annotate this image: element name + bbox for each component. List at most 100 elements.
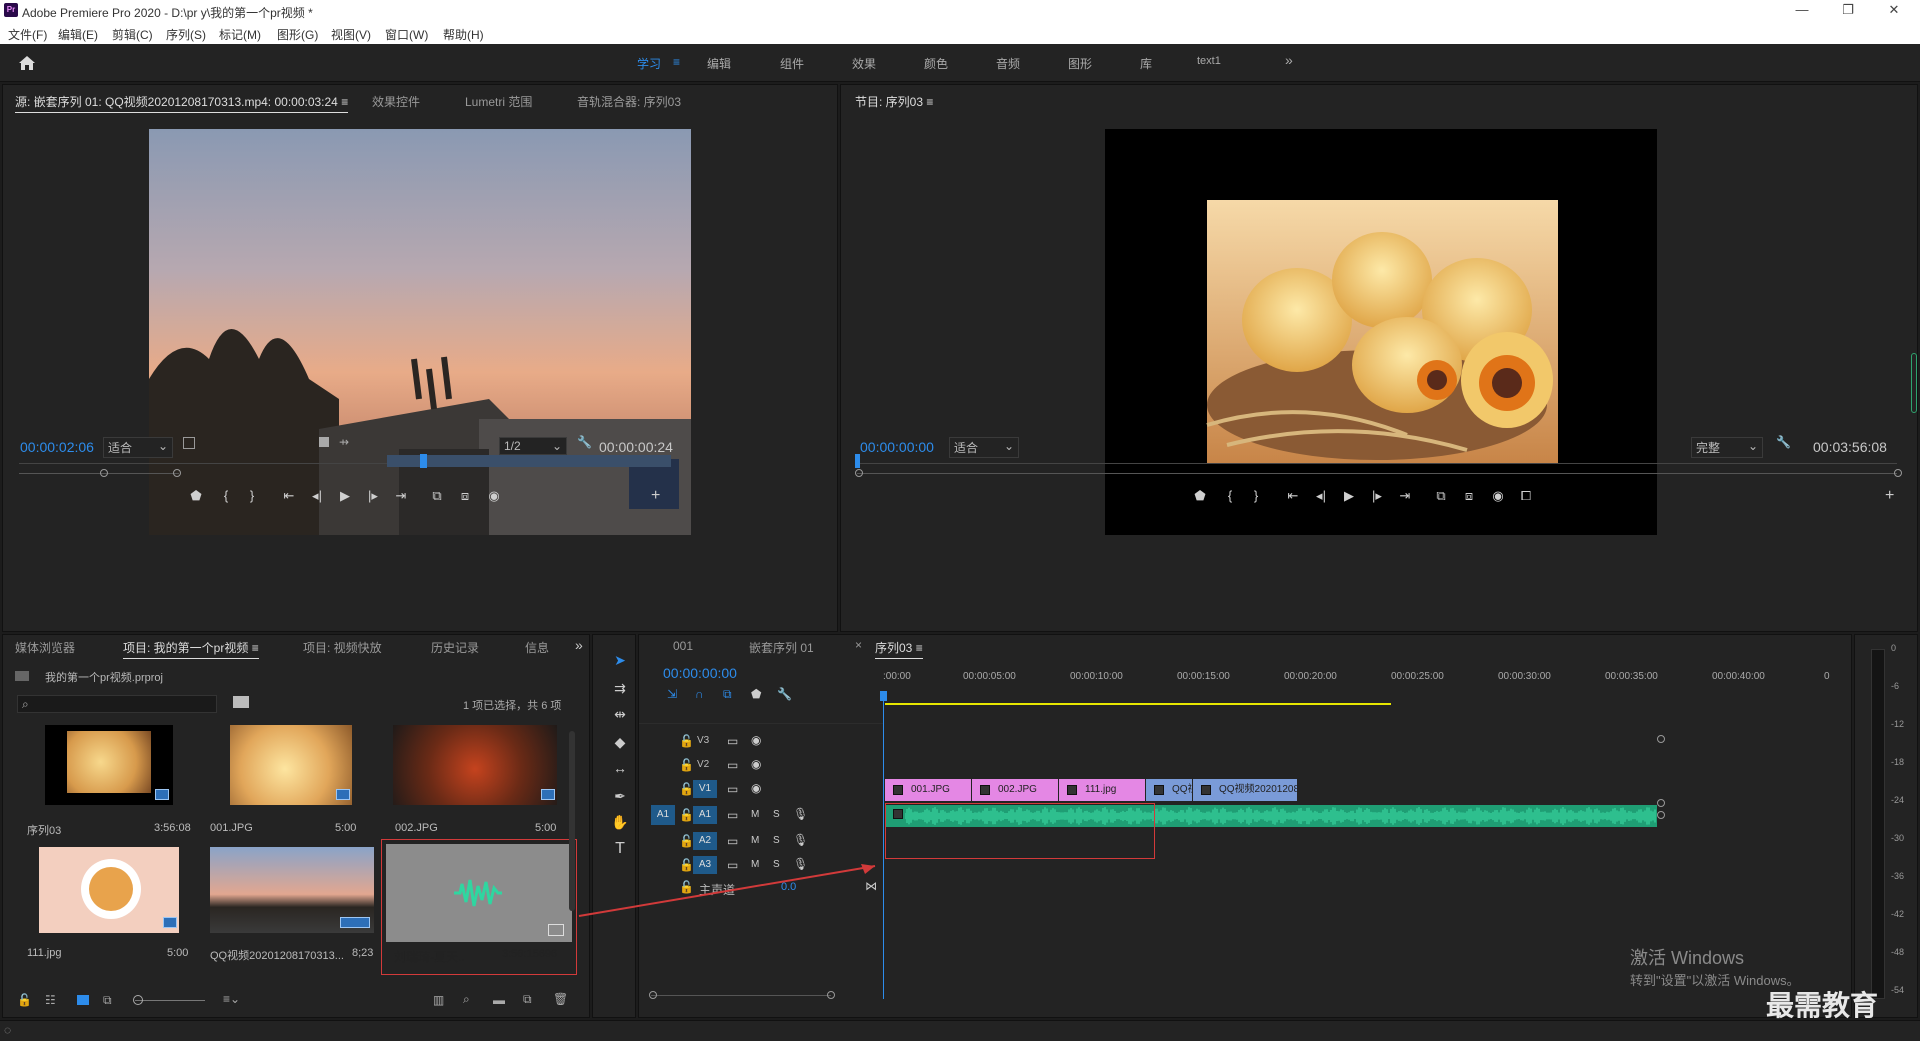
icon-view-icon[interactable] <box>77 995 89 1005</box>
step-back-icon[interactable]: ◂| <box>308 488 326 504</box>
mute-button[interactable]: M <box>751 809 759 820</box>
tab-audio-track-mixer[interactable]: 音轨混合器: 序列03 <box>577 93 681 110</box>
slider-handle[interactable] <box>133 995 143 1005</box>
menu-help[interactable]: 帮助(H) <box>443 26 484 43</box>
step-back-icon[interactable]: ◂| <box>1312 488 1330 504</box>
search-input[interactable]: ⌕ <box>17 695 217 713</box>
timeline-ruler[interactable]: :00:00 00:00:05:00 00:00:10:00 00:00:15:… <box>883 671 1765 685</box>
menu-file[interactable]: 文件(F) <box>8 26 47 43</box>
source-patch-a1[interactable]: A1 <box>651 805 675 825</box>
menu-edit[interactable]: 编辑(E) <box>58 26 98 43</box>
export-frame-icon[interactable] <box>319 437 329 447</box>
go-to-in-icon[interactable]: ⇤ <box>1284 488 1302 504</box>
new-item-icon[interactable]: ⧉ <box>523 992 532 1007</box>
zoom-handle-left[interactable] <box>649 991 657 999</box>
workspace-edit[interactable]: 编辑 <box>707 55 731 72</box>
sync-lock-icon[interactable]: ▭ <box>727 834 738 848</box>
zoom-handle-right[interactable] <box>1894 469 1902 477</box>
home-icon[interactable] <box>18 55 36 71</box>
find-icon[interactable] <box>233 696 249 708</box>
source-zoom-bar[interactable] <box>19 473 179 474</box>
panel-menu-icon[interactable]: ≡ <box>926 95 933 109</box>
eye-icon[interactable]: ◉ <box>751 757 761 771</box>
timeline-timecode[interactable]: 00:00:00:00 <box>663 665 737 681</box>
lift-icon[interactable]: ⧉ <box>1432 488 1450 504</box>
video-clip-qq-short[interactable]: QQ视 <box>1146 779 1192 801</box>
eye-icon[interactable]: ◉ <box>751 733 761 747</box>
wrench-icon[interactable]: 🔧 <box>1776 435 1791 449</box>
solo-button[interactable]: S <box>773 835 780 846</box>
lock-icon[interactable]: 🔓 <box>679 758 694 772</box>
selection-tool-icon[interactable]: ➤ <box>610 652 630 669</box>
program-playhead-timecode[interactable]: 00:00:00:00 <box>860 439 934 455</box>
play-icon[interactable]: ▶ <box>1340 488 1358 504</box>
go-to-out-icon[interactable]: ⇥ <box>392 488 410 504</box>
mark-out-icon[interactable]: } <box>1247 488 1265 503</box>
export-frame-camera-icon[interactable]: ◉ <box>485 488 503 504</box>
project-item-qq-video[interactable]: QQ视频20201208170313... 8;23 <box>200 847 380 967</box>
close-button[interactable]: ✕ <box>1880 2 1908 18</box>
tab-program[interactable]: 节目: 序列03 ≡ <box>855 93 933 110</box>
export-frame-camera-icon[interactable]: ◉ <box>1489 488 1507 504</box>
lock-icon[interactable]: 🔓 <box>679 734 694 748</box>
add-marker-icon[interactable]: ⬟ <box>751 687 761 701</box>
zoom-handle-right[interactable] <box>173 469 181 477</box>
tab-timeline-nested[interactable]: 嵌套序列 01 <box>749 639 814 656</box>
tab-history[interactable]: 历史记录 <box>431 639 479 656</box>
insert-icon[interactable]: ⇸ <box>339 435 349 449</box>
timeline-settings-wrench-icon[interactable]: 🔧 <box>777 687 792 701</box>
go-to-out-icon[interactable]: ⇥ <box>1396 488 1414 504</box>
settings-toggle-icon[interactable] <box>183 437 195 449</box>
sort-icon[interactable]: ≡⌄ <box>223 992 240 1006</box>
menu-clip[interactable]: 剪辑(C) <box>112 26 153 43</box>
video-clip-111[interactable]: 111.jpg <box>1059 779 1145 801</box>
project-item-002jpg[interactable]: 002.JPG 5:00 <box>383 725 563 845</box>
add-marker-icon[interactable]: ⬟ <box>1191 488 1209 504</box>
sync-lock-icon[interactable]: ▭ <box>727 734 738 748</box>
workspace-color[interactable]: 颜色 <box>924 55 948 72</box>
source-fit-dropdown[interactable]: 适合 ⌄ <box>103 437 173 458</box>
video-clip-001[interactable]: 001.JPG <box>885 779 971 801</box>
lock-icon[interactable]: 🔓 <box>17 993 32 1007</box>
tab-lumetri-scopes[interactable]: Lumetri 范围 <box>465 93 532 110</box>
list-view-icon[interactable]: ☷ <box>45 993 56 1007</box>
workspace-text1[interactable]: text1 <box>1197 55 1221 67</box>
project-item-001jpg[interactable]: 001.JPG 5:00 <box>200 725 356 845</box>
workspace-libraries[interactable]: 库 <box>1140 55 1152 72</box>
close-tab-icon[interactable]: × <box>855 638 862 652</box>
workspace-learn[interactable]: 学习 <box>637 55 661 72</box>
sync-lock-icon[interactable]: ▭ <box>727 758 738 772</box>
panel-menu-icon[interactable]: ≡ <box>341 95 348 109</box>
track-name[interactable]: V2 <box>697 759 709 770</box>
tab-effect-controls[interactable]: 效果控件 <box>372 93 420 110</box>
work-area-bar[interactable] <box>885 703 1391 705</box>
razor-tool-icon[interactable]: ◆ <box>610 734 630 751</box>
lock-icon[interactable]: 🔓 <box>679 808 694 822</box>
play-icon[interactable]: ▶ <box>336 488 354 504</box>
tab-timeline-001[interactable]: 001 <box>673 639 693 653</box>
add-button-icon[interactable]: + <box>1885 487 1894 505</box>
menu-marker[interactable]: 标记(M) <box>219 26 261 43</box>
source-in-out-range[interactable] <box>387 455 671 467</box>
panel-overflow-button[interactable]: » <box>575 637 583 653</box>
track-target-a1[interactable]: A1 <box>693 806 717 824</box>
menu-window[interactable]: 窗口(W) <box>385 26 428 43</box>
new-bin-icon[interactable]: ▬ <box>493 993 505 1007</box>
add-button-icon[interactable]: + <box>651 487 660 505</box>
workspace-audio[interactable]: 音频 <box>996 55 1020 72</box>
tab-project-main[interactable]: 项目: 我的第一个pr视频 ≡ <box>123 639 259 659</box>
timeline-playhead-line[interactable] <box>883 695 884 999</box>
solo-button[interactable]: S <box>773 809 780 820</box>
vertical-scroll-handle[interactable] <box>1657 735 1665 743</box>
timeline-zoom-bar[interactable] <box>651 995 831 996</box>
source-playhead[interactable] <box>420 454 428 468</box>
automate-to-sequence-icon[interactable]: ▥ <box>433 993 444 1007</box>
freeform-view-icon[interactable]: ⧉ <box>103 993 112 1008</box>
hand-tool-icon[interactable]: ✋ <box>610 814 630 831</box>
comparison-view-icon[interactable]: ⧠ <box>1517 488 1535 504</box>
sync-lock-icon[interactable]: ▭ <box>727 808 738 822</box>
program-vertical-scrollbar[interactable] <box>1911 353 1917 413</box>
go-to-in-icon[interactable]: ⇤ <box>280 488 298 504</box>
source-resolution-dropdown[interactable]: 1/2 ⌄ <box>499 437 567 455</box>
workspace-effects[interactable]: 效果 <box>852 55 876 72</box>
